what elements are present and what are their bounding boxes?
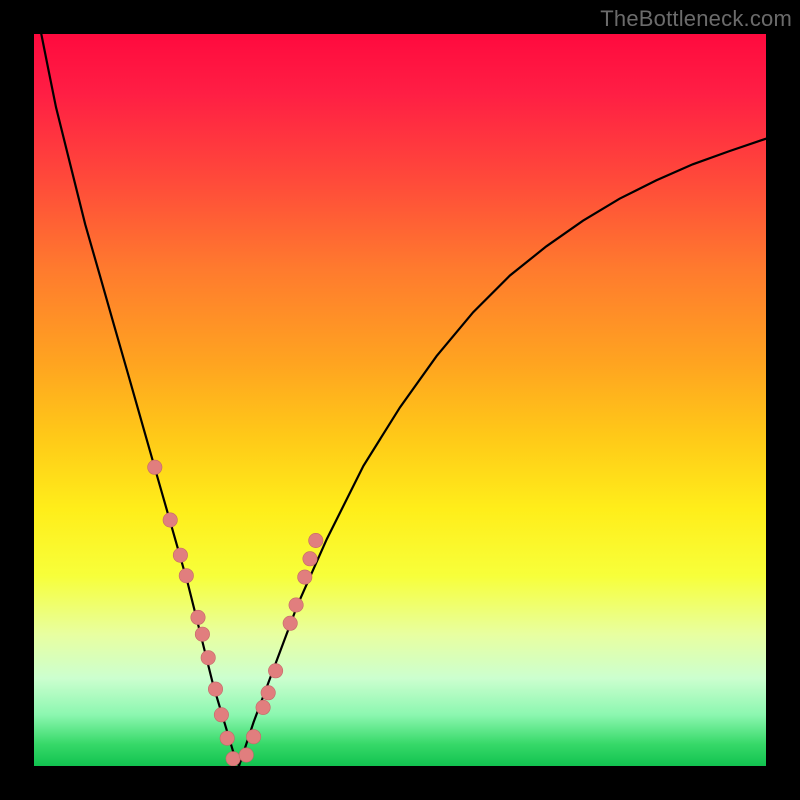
marker-group (148, 460, 323, 766)
data-marker (195, 627, 209, 641)
watermark-text: TheBottleneck.com (600, 6, 792, 32)
data-marker (239, 748, 253, 762)
data-marker (148, 460, 162, 474)
data-marker (256, 700, 270, 714)
outer-frame: TheBottleneck.com (0, 0, 800, 800)
data-marker (298, 570, 312, 584)
data-marker (246, 730, 260, 744)
data-marker (226, 752, 240, 766)
plot-area (34, 34, 766, 766)
data-marker (208, 682, 222, 696)
data-marker (214, 708, 228, 722)
bottleneck-curve (34, 34, 766, 766)
data-marker (261, 686, 275, 700)
data-marker (163, 513, 177, 527)
data-marker (268, 664, 282, 678)
data-marker (303, 552, 317, 566)
data-marker (191, 610, 205, 624)
data-marker (289, 598, 303, 612)
chart-svg (34, 34, 766, 766)
data-marker (309, 533, 323, 547)
data-marker (283, 616, 297, 630)
data-marker (173, 548, 187, 562)
data-marker (220, 731, 234, 745)
data-marker (179, 569, 193, 583)
data-marker (201, 651, 215, 665)
